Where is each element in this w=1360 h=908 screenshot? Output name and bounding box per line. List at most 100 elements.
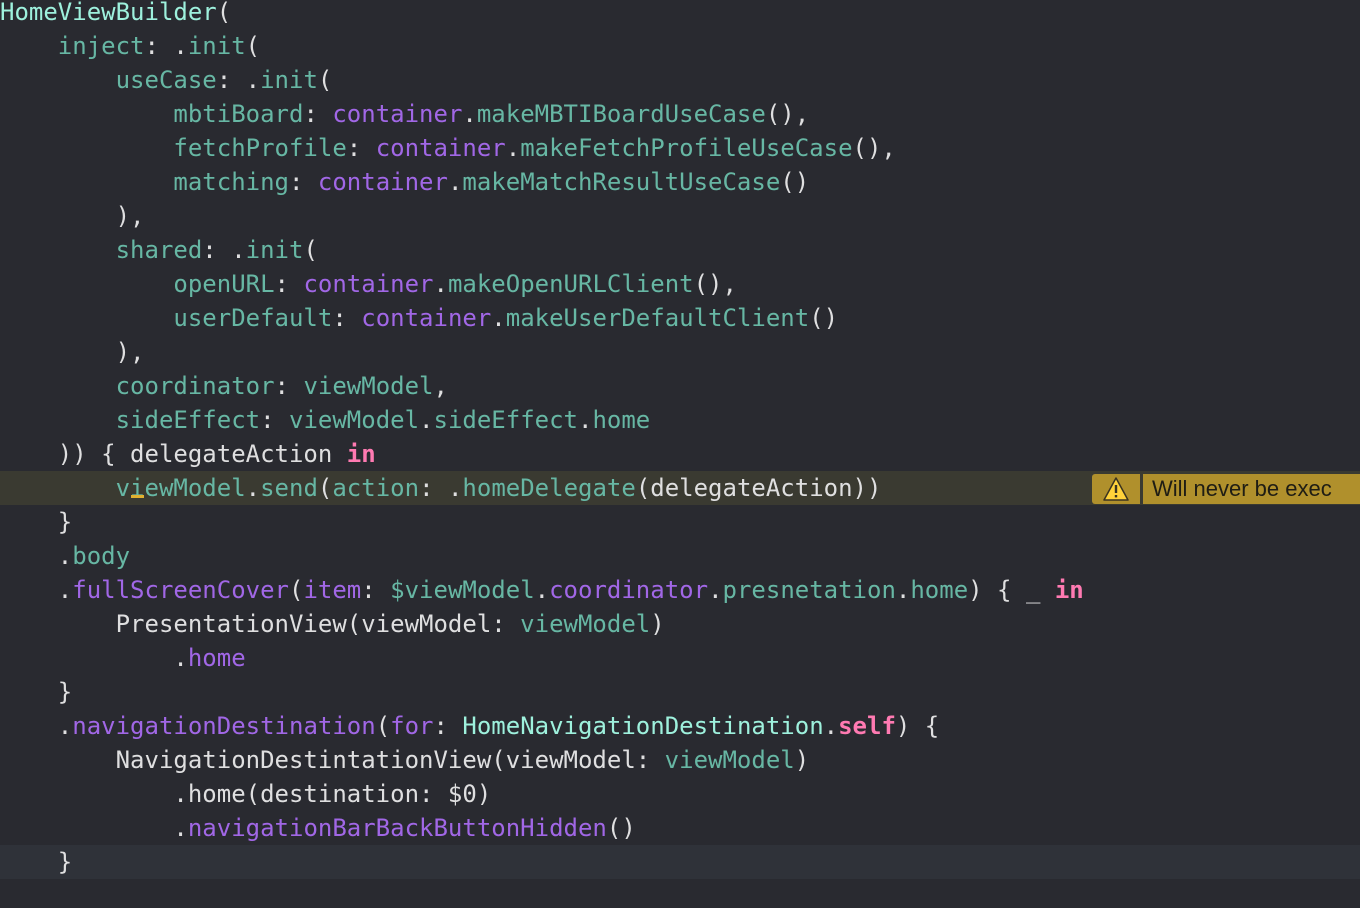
code-token: ) — [650, 610, 665, 638]
code-line[interactable]: coordinator: viewModel, — [0, 369, 1360, 403]
code-line[interactable]: PresentationView(viewModel: viewModel) — [0, 607, 1360, 641]
code-line[interactable]: } — [0, 675, 1360, 709]
code-token: makeFetchProfileUseCase — [520, 134, 853, 162]
warning-badge[interactable]: Will never be exec — [1092, 474, 1360, 504]
code-token: , — [433, 372, 448, 400]
code-token: : . — [144, 32, 188, 60]
code-line[interactable]: mbtiBoard: container.makeMBTIBoardUseCas… — [0, 97, 1360, 131]
code-token: } — [0, 848, 73, 876]
code-token: : — [346, 134, 376, 162]
code-token: . — [534, 576, 550, 604]
code-token: : — [260, 406, 289, 434]
code-token: ( — [375, 712, 391, 740]
code-line[interactable]: .body — [0, 539, 1360, 573]
code-token: } — [0, 508, 73, 536]
code-token: )) { delegateAction — [0, 440, 347, 468]
code-line[interactable]: .home — [0, 641, 1360, 675]
code-line-current[interactable]: } — [0, 845, 1360, 879]
code-token: action — [332, 474, 420, 502]
code-token: home — [187, 644, 246, 672]
code-line[interactable]: ), — [0, 199, 1360, 233]
code-token: makeMBTIBoardUseCase — [476, 100, 766, 128]
code-editor[interactable]: HomeViewBuilder( inject: .init( useCase:… — [0, 0, 1360, 908]
code-token: () — [606, 814, 636, 842]
code-token: fetchProfile — [173, 134, 347, 162]
code-token: presnetation — [722, 576, 896, 604]
code-line[interactable]: matching: container.makeMatchResultUseCa… — [0, 165, 1360, 199]
code-token: . — [447, 168, 463, 196]
code-token: : — [274, 270, 304, 298]
code-token: ( — [317, 66, 333, 94]
code-line[interactable]: useCase: .init( — [0, 63, 1360, 97]
code-token: ), — [0, 338, 145, 366]
code-token: . — [419, 406, 434, 434]
code-token: container — [303, 270, 434, 298]
code-token: () — [780, 168, 810, 196]
code-line[interactable]: inject: .init( — [0, 29, 1360, 63]
code-token: ), — [0, 202, 145, 230]
code-token: viewModel — [664, 746, 795, 774]
code-line-warning[interactable]: viewModel.send(action: .homeDelegate(del… — [0, 471, 1360, 505]
warning-triangle-icon[interactable] — [1092, 474, 1140, 504]
code-token: NavigationDestintationView(viewModel: — [0, 746, 665, 774]
code-token: for — [390, 712, 434, 740]
code-line[interactable]: fetchProfile: container.makeFetchProfile… — [0, 131, 1360, 165]
warning-message: Will never be exec — [1143, 474, 1360, 504]
code-token: ( — [303, 236, 318, 264]
code-token: . — [0, 814, 188, 842]
code-line[interactable]: NavigationDestintationView(viewModel: vi… — [0, 743, 1360, 777]
code-token: (), — [693, 270, 737, 298]
code-token: . — [895, 576, 911, 604]
code-token: openURL — [173, 270, 275, 298]
code-token: . — [0, 576, 73, 604]
code-token: HomeViewBuilder — [0, 0, 217, 26]
code-token: in — [346, 440, 376, 468]
code-token: ( — [216, 0, 232, 26]
code-line[interactable]: .home(destination: $0) — [0, 777, 1360, 811]
code-line[interactable]: .navigationBarBackButtonHidden() — [0, 811, 1360, 845]
code-token: makeOpenURLClient — [447, 270, 694, 298]
code-token: : — [361, 576, 391, 604]
code-line[interactable]: ), — [0, 335, 1360, 369]
code-token: sideEffect — [115, 406, 261, 434]
code-line[interactable]: openURL: container.makeOpenURLClient(), — [0, 267, 1360, 301]
code-token: ) { — [895, 712, 940, 740]
code-line[interactable]: } — [0, 505, 1360, 539]
code-line[interactable]: sideEffect: viewModel.sideEffect.home — [0, 403, 1360, 437]
code-token: navigationBarBackButtonHidden — [187, 814, 607, 842]
code-token: : . — [216, 66, 261, 94]
code-token: : — [274, 372, 304, 400]
code-token: ) — [794, 746, 810, 774]
code-token: (), — [852, 134, 896, 162]
code-line[interactable]: .navigationDestination(for: HomeNavigati… — [0, 709, 1360, 743]
code-token: . — [578, 406, 593, 434]
code-token: inject — [57, 32, 145, 60]
code-token: shared — [115, 236, 203, 264]
code-line[interactable]: userDefault: container.makeUserDefaultCl… — [0, 301, 1360, 335]
code-token: $viewModel — [390, 576, 535, 604]
code-token: coordinator — [115, 372, 275, 400]
code-token: container — [317, 168, 448, 196]
code-token: viewModel — [289, 406, 420, 434]
code-line[interactable]: )) { delegateAction in — [0, 437, 1360, 471]
code-line[interactable]: shared: .init( — [0, 233, 1360, 267]
code-token: . — [491, 304, 506, 332]
code-token: : — [433, 712, 463, 740]
code-line[interactable]: .fullScreenCover(item: $viewModel.coordi… — [0, 573, 1360, 607]
code-token: : — [332, 304, 362, 332]
code-line[interactable]: HomeViewBuilder( — [0, 0, 1360, 29]
code-token: ( — [289, 576, 304, 604]
code-token: ( — [317, 474, 333, 502]
code-token: . — [462, 100, 477, 128]
code-token: mbtiBoard — [173, 100, 304, 128]
code-token: viewModel — [520, 610, 651, 638]
code-token: init — [245, 236, 304, 264]
